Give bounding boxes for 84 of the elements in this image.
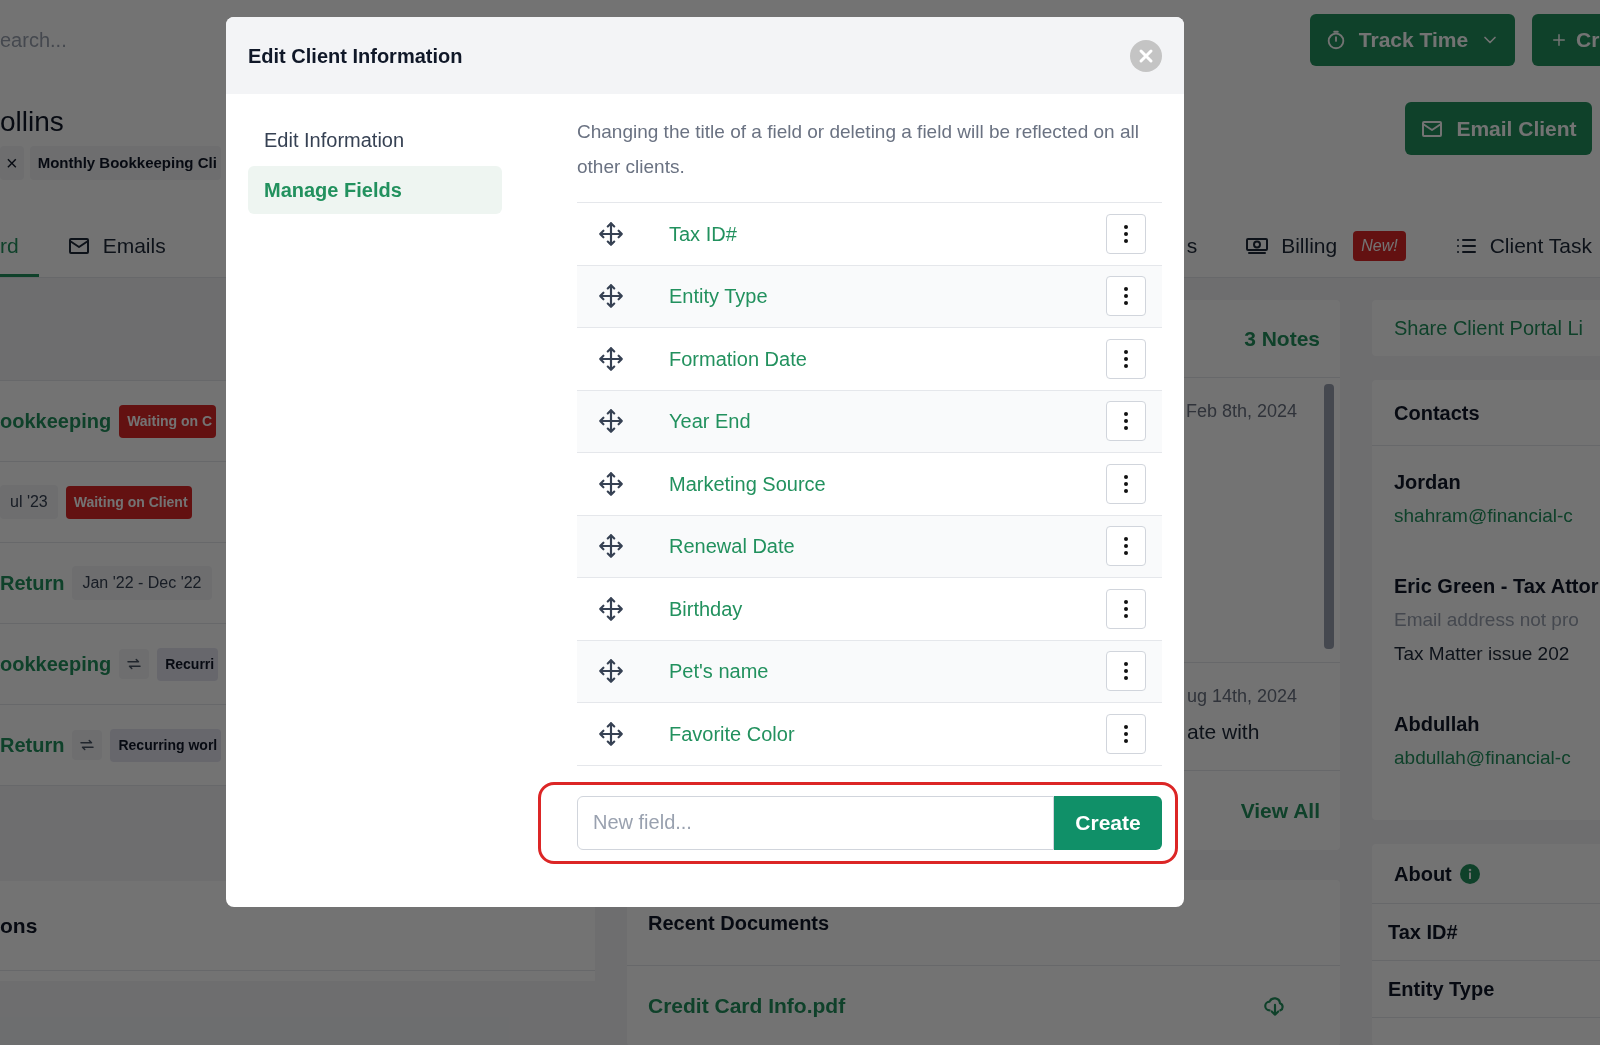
move-icon[interactable] [598,658,624,685]
note-date: ug 14th, 2024 [1186,685,1297,708]
about-field-label: Tax ID# [1372,904,1600,961]
contact-email-link[interactable]: abdullah@financial-c [1394,744,1600,772]
plus-icon [1550,31,1568,49]
kebab-icon [1123,223,1129,244]
kebab-icon [1123,536,1129,557]
field-label: Marketing Source [669,471,826,497]
more-options-button[interactable] [1106,276,1146,317]
field-label: Renewal Date [669,534,795,560]
field-label: Favorite Color [669,721,795,747]
field-label: Tax ID# [669,221,737,247]
move-icon[interactable] [598,533,624,560]
field-label: Year End [669,409,751,435]
track-time-button[interactable]: Track Time [1310,14,1515,66]
tab[interactable]: s [1186,217,1198,277]
contact-name: Eric Green - Tax Attor [1394,574,1600,599]
more-options-button[interactable] [1106,338,1146,379]
contacts-title: Contacts [1372,380,1600,446]
contact-name: Jordan [1394,470,1462,495]
work-item-title[interactable]: Return [0,568,65,598]
dialog-title: Edit Client Information [248,43,463,69]
create-field-button[interactable]: Create [1054,795,1162,850]
status-badge: Recurri [157,647,219,681]
move-icon[interactable] [598,595,624,622]
info-icon [1459,863,1480,884]
field-label: Entity Type [669,284,768,310]
more-options-button[interactable] [1106,713,1146,754]
field-label: Pet's name [669,659,769,685]
new-badge: New! [1353,230,1406,261]
more-options-button[interactable] [1106,401,1146,442]
kebab-icon [1123,286,1129,307]
contact-name: Abdullah [1394,712,1481,737]
work-item-title[interactable]: ookkeeping [0,406,112,436]
field-label: Birthday [669,596,743,622]
field-label: Formation Date [669,346,807,372]
more-options-button[interactable] [1106,463,1146,504]
move-icon[interactable] [598,283,624,310]
kebab-icon [1123,723,1129,744]
status-badge: Waiting on C [119,404,217,438]
period-label: ul '23 [0,485,58,519]
move-icon[interactable] [598,220,624,247]
kebab-icon [1123,661,1129,682]
kebab-icon [1123,598,1129,619]
move-icon[interactable] [598,720,624,747]
view-all-link[interactable]: View All [1240,794,1320,827]
work-item-title[interactable]: ookkeeping [0,649,112,679]
move-icon[interactable] [598,408,624,435]
new-field-input[interactable]: New field... [577,795,1054,850]
more-options-button[interactable] [1106,651,1146,692]
status-badge: Recurring worl [110,728,222,762]
kebab-icon [1123,473,1129,494]
dialog-nav-item[interactable]: Edit Information [248,116,502,164]
kebab-icon [1123,348,1129,369]
email-client-button[interactable]: Email Client [1405,102,1592,155]
kebab-icon [1123,411,1129,432]
more-options-button[interactable] [1106,213,1146,254]
client-tag: Monthly Bookkeeping Cli [29,146,221,180]
tab[interactable]: Billing New! [1245,217,1406,277]
document-link[interactable]: Credit Card Info.pdf [648,990,846,1022]
note-text: ate with [1187,719,1260,745]
note-date: Feb 8th, 2024 [1185,400,1297,423]
tag-remove-button[interactable]: × [0,146,24,180]
status-badge: Waiting on Client [65,485,192,519]
notes-count-link[interactable]: 3 Notes [1244,322,1320,355]
period-label: Jan '22 - Dec '22 [72,566,212,600]
portal-link-button[interactable]: Share Client Portal Li [1372,300,1600,356]
scrollbar[interactable] [1324,384,1334,649]
work-item-title[interactable]: Return [0,730,65,760]
dialog-nav-item[interactable]: Manage Fields [248,166,502,214]
more-options-button[interactable] [1106,588,1146,629]
about-title: About [1394,861,1452,887]
add-new-button[interactable]: Cr [1532,14,1600,66]
contact-email-link[interactable]: shahram@financial-c [1394,502,1600,530]
client-name: ollins [0,105,65,139]
contact-note: Tax Matter issue 202 [1394,642,1571,666]
more-options-button[interactable] [1106,526,1146,567]
about-field-label: Entity Type [1372,961,1600,1018]
tab[interactable]: rd [0,217,39,277]
dialog-description: Changing the title of a field or deleting a field will be reflected on all other clients. [577,120,1140,179]
tab[interactable]: Emails [66,217,166,277]
tab[interactable]: Client Task [1453,217,1592,277]
move-icon[interactable] [598,345,624,372]
move-icon[interactable] [598,470,624,497]
